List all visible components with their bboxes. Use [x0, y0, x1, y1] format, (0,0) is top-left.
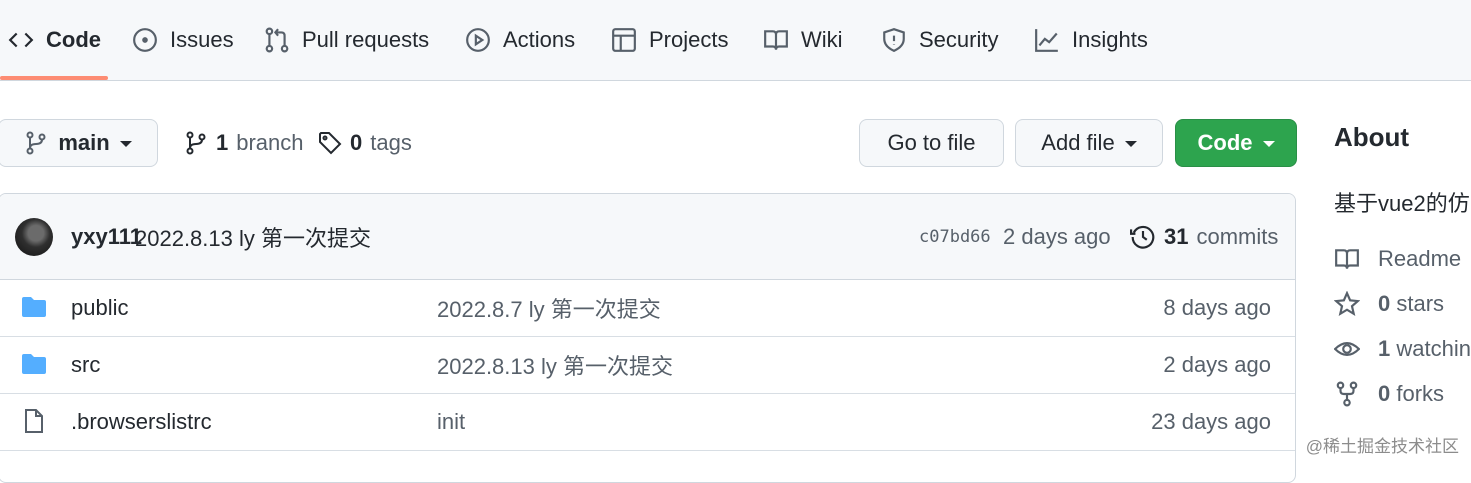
book-icon [764, 30, 788, 50]
commit-sha[interactable]: c07bd66 [919, 194, 991, 279]
forks-count: 0 [1378, 381, 1391, 406]
file-name[interactable]: .browserslistrc [71, 393, 212, 450]
tab-projects[interactable]: Projects [611, 0, 728, 80]
commit-time: 2 days ago [1003, 223, 1111, 249]
active-tab-underline [0, 76, 108, 80]
tab-actions-label: Actions [503, 27, 576, 52]
code-icon [8, 32, 34, 48]
branch-label: branch [236, 130, 304, 155]
tab-insights-label: Insights [1072, 27, 1148, 52]
book-icon [1335, 249, 1359, 269]
repo-nav: Code Issues Pull requests Actions Projec… [0, 0, 1471, 81]
commit-author[interactable]: yxy111 [71, 194, 142, 279]
tab-code-label: Code [46, 27, 101, 52]
stars-link[interactable]: 0 stars [1334, 289, 1444, 319]
forks-link[interactable]: 0 forks [1334, 379, 1444, 409]
shield-icon [883, 28, 905, 53]
tab-actions[interactable]: Actions [465, 0, 575, 80]
add-file-button[interactable]: Add file [1015, 119, 1163, 167]
chevron-down-icon [1262, 141, 1275, 147]
branch-select-label: main [58, 130, 110, 155]
file-commit-message[interactable]: 2022.8.7 ly 第一次提交 [437, 279, 661, 336]
commit-count: 31 [1164, 223, 1189, 249]
add-file-label: Add file [1041, 130, 1115, 155]
about-heading: About [1334, 122, 1410, 152]
go-to-file-label: Go to file [887, 130, 976, 155]
file-commit-message[interactable]: 2022.8.13 ly 第一次提交 [437, 336, 673, 393]
about-description: 基于vue2的仿 [1334, 191, 1470, 216]
file-browser: yxy111 2022.8.13 ly 第一次提交 c07bd66 2 days… [0, 193, 1296, 483]
tab-wiki-label: Wiki [801, 27, 843, 52]
commit-message[interactable]: 2022.8.13 ly 第一次提交 [135, 194, 371, 279]
tab-security[interactable]: Security [881, 0, 998, 80]
tab-code[interactable]: Code [8, 0, 101, 80]
issue-opened-icon [133, 28, 157, 52]
tags-link[interactable]: 0 tags [318, 119, 412, 167]
chevron-down-icon [1124, 141, 1137, 147]
forks-label: forks [1396, 381, 1445, 406]
file-name[interactable]: src [71, 336, 100, 393]
table-icon [612, 28, 636, 52]
commit-label: commits [1196, 223, 1279, 249]
watching-link[interactable]: 1 watching [1334, 334, 1471, 364]
tab-issues[interactable]: Issues [132, 0, 234, 80]
star-icon [1334, 291, 1360, 316]
folder-icon [22, 354, 46, 374]
tag-count: 0 [350, 130, 363, 155]
tag-label: tags [370, 130, 412, 155]
eye-icon [1334, 341, 1360, 357]
code-button[interactable]: Code [1175, 119, 1297, 167]
chevron-down-icon [119, 141, 132, 147]
latest-commit-bar: yxy111 2022.8.13 ly 第一次提交 c07bd66 2 days… [0, 194, 1295, 280]
branches-link[interactable]: 1 branch [184, 119, 304, 167]
file-icon [25, 409, 43, 433]
file-commit-time: 8 days ago [1163, 294, 1271, 320]
readme-link[interactable]: Readme [1334, 244, 1461, 274]
watching-label: watching [1396, 336, 1471, 361]
play-icon [466, 28, 490, 52]
file-name[interactable]: public [71, 279, 128, 336]
graph-icon [1035, 29, 1058, 52]
tab-security-label: Security [919, 27, 999, 52]
tab-projects-label: Projects [649, 27, 729, 52]
git-pull-request-icon [265, 27, 289, 53]
file-commit-time: 2 days ago [1163, 351, 1271, 377]
history-icon [1130, 225, 1155, 249]
code-button-label: Code [1197, 130, 1253, 155]
tab-wiki[interactable]: Wiki [763, 0, 843, 80]
repo-forked-icon [1336, 381, 1358, 407]
watermark: @稀土掘金技术社区 [1305, 437, 1459, 456]
table-row[interactable]: src 2022.8.13 ly 第一次提交 2 days ago [0, 336, 1295, 394]
readme-label: Readme [1378, 246, 1462, 271]
commits-link[interactable]: 31 commits [1130, 194, 1278, 279]
branch-select-button[interactable]: main [0, 119, 158, 167]
stars-count: 0 [1378, 291, 1391, 316]
go-to-file-button[interactable]: Go to file [859, 119, 1004, 167]
branch-count: 1 [216, 130, 229, 155]
file-commit-time: 23 days ago [1151, 408, 1271, 434]
git-branch-icon [26, 131, 46, 155]
table-row[interactable]: .browserslistrc init 23 days ago [0, 393, 1295, 451]
avatar[interactable] [15, 218, 53, 256]
folder-icon [22, 297, 46, 317]
tab-issues-label: Issues [170, 27, 234, 52]
tag-icon [319, 132, 342, 155]
tab-insights[interactable]: Insights [1034, 0, 1148, 80]
watching-count: 1 [1378, 336, 1391, 361]
tab-pull-requests-label: Pull requests [302, 27, 430, 52]
table-row[interactable]: public 2022.8.7 ly 第一次提交 8 days ago [0, 279, 1295, 337]
git-branch-icon [186, 131, 206, 155]
tab-pull-requests[interactable]: Pull requests [264, 0, 429, 80]
file-commit-message[interactable]: init [437, 393, 465, 450]
stars-label: stars [1396, 291, 1445, 316]
